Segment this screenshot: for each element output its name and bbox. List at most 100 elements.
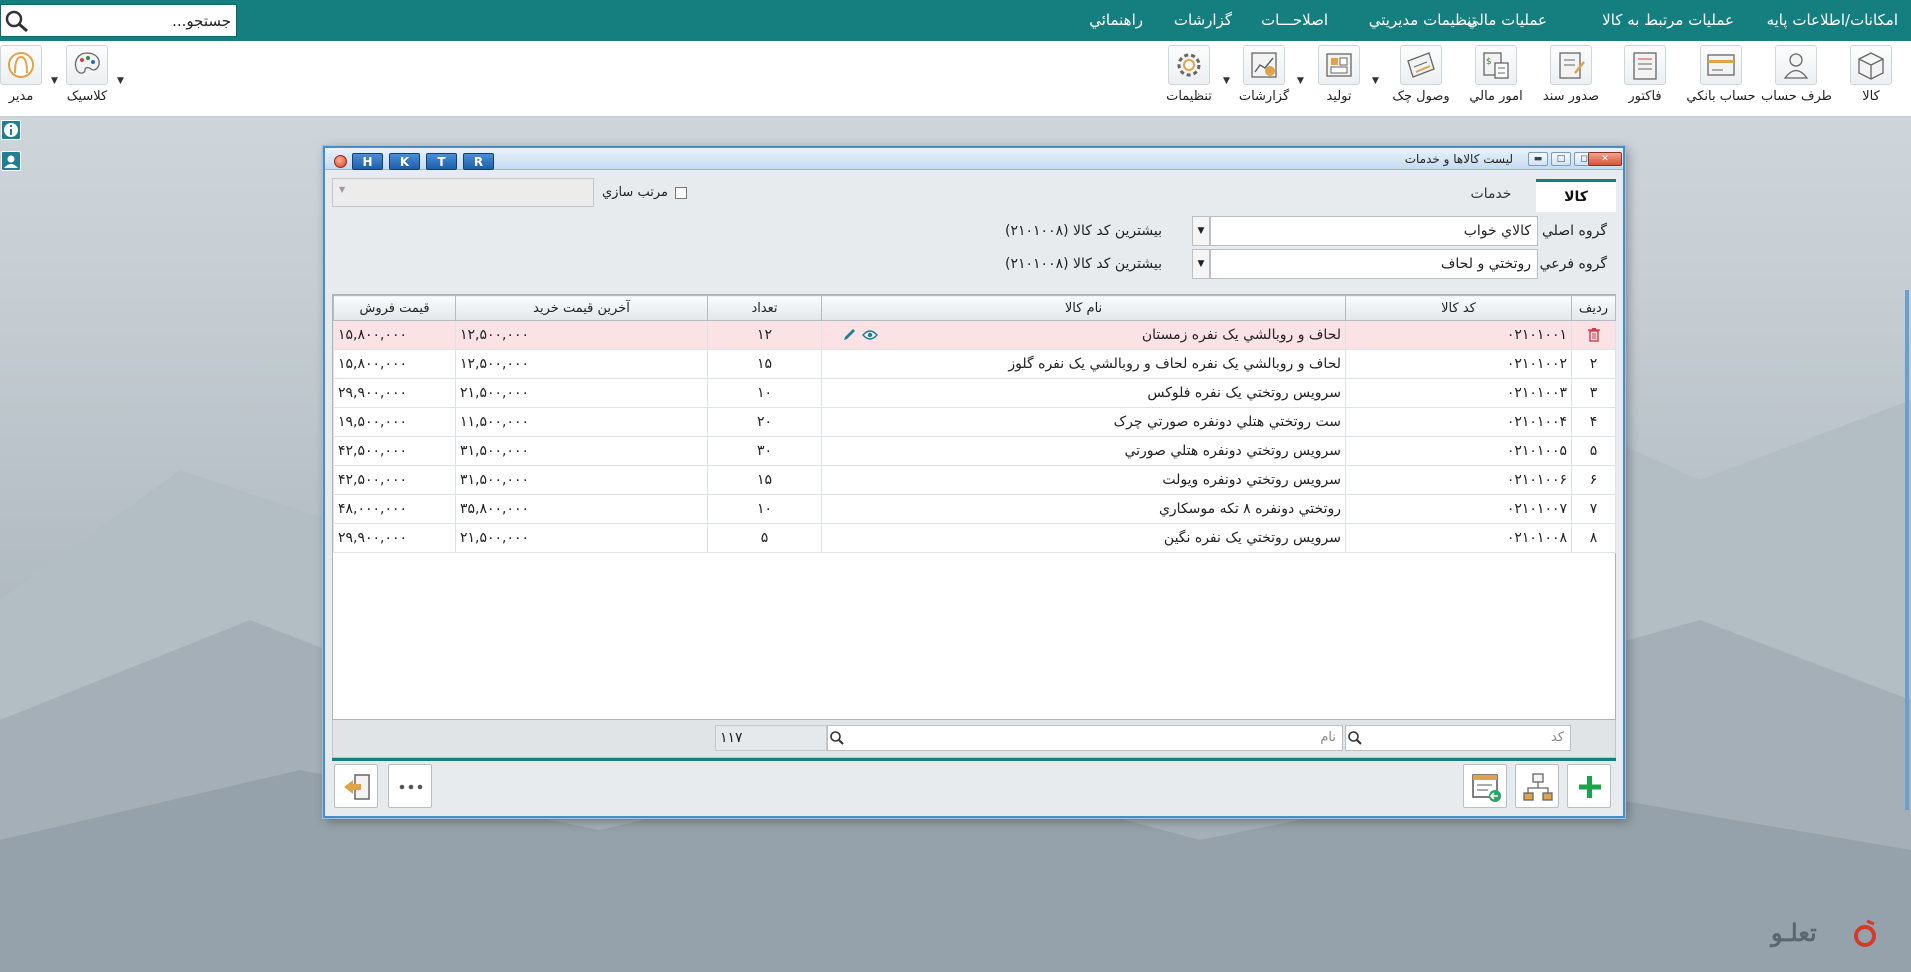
code-cell: ۰۲۱۰۱۰۰۶ [1345, 465, 1572, 495]
name-cell: لحاف و روبالشي يک نفره لحاف و روبالشي يک… [821, 349, 1346, 379]
sort-select[interactable]: ▼ [332, 178, 594, 207]
minimize-button[interactable]: ▬ [1528, 152, 1548, 166]
restore-button[interactable]: □ [1551, 152, 1571, 166]
toolbar-item-button[interactable]: کالا [1836, 45, 1906, 104]
toolbar-theme-button[interactable]: کلاسيک [52, 45, 122, 104]
code-cell: ۰۲۱۰۱۰۰۷ [1345, 494, 1572, 524]
hotkey-r-button[interactable]: R [463, 153, 494, 170]
toolbar-invoice-button[interactable]: فاکتور [1610, 45, 1680, 104]
name-filter-input[interactable]: نام [827, 725, 1343, 751]
table-row[interactable]: ۶ ۰۲۱۰۱۰۰۶ سرويس روتختي دونفره ويولت ۱۵ … [333, 465, 1616, 495]
row-index-cell [1571, 320, 1616, 350]
menu-base-info[interactable]: امکانات/اطلاعات پايه [1767, 0, 1898, 41]
more-button[interactable] [388, 764, 432, 808]
exit-icon [344, 774, 370, 800]
toolbar-label: مدير [8, 89, 34, 104]
name-text: لحاف و روبالشي يک نفره زمستان [1141, 327, 1341, 343]
menu-admin-settings[interactable]: تنظيمات مديريتي [1369, 0, 1476, 41]
tab-goods[interactable]: کالا [1536, 179, 1616, 212]
buy-price-cell: ۳۵,۸۰۰,۰۰۰ [455, 494, 708, 524]
chevron-down-icon[interactable]: ▼ [1223, 76, 1230, 86]
desktop-scrollbar[interactable] [1905, 290, 1909, 810]
toolbar-user-button[interactable]: مدير [0, 45, 56, 104]
hotkey-h-button[interactable]: H [352, 153, 383, 170]
sort-checkbox[interactable] [675, 187, 687, 199]
toolbar-voucher-button[interactable]: صدور سند [1536, 45, 1606, 104]
main-group-dropdown[interactable]: ▼ [1192, 216, 1210, 246]
buy-price-cell: ۱۲,۵۰۰,۰۰۰ [455, 349, 708, 379]
toolbar-label: وصول چک [1392, 89, 1450, 104]
eye-icon[interactable] [862, 329, 879, 341]
code-cell: ۰۲۱۰۱۰۰۱ [1345, 320, 1572, 350]
info-icon[interactable] [1, 120, 21, 140]
toolbar-account-button[interactable]: طرف حساب [1761, 45, 1832, 104]
table-row[interactable]: ۸ ۰۲۱۰۱۰۰۸ سرويس روتختي يک نفره نگين ۵ ۲… [333, 523, 1616, 553]
search-icon[interactable] [4, 9, 30, 33]
menu-finance-ops[interactable]: عمليات مالي [1467, 0, 1547, 41]
hotkey-t-button[interactable]: T [426, 153, 457, 170]
chevron-down-icon[interactable]: ▼ [51, 76, 58, 86]
toolbar-settings-button[interactable]: تنظيمات [1154, 45, 1224, 104]
main-group-field[interactable]: کالاي خواب [1210, 216, 1538, 246]
tab-services[interactable]: خدمات [1448, 179, 1534, 212]
menu-reports[interactable]: گزارشات [1174, 0, 1232, 41]
menu-corrections[interactable]: اصلاحـــات [1261, 0, 1328, 41]
table-row[interactable]: ۳ ۰۲۱۰۱۰۰۳ سرويس روتختي يک نفره فلوکس ۱۰… [333, 378, 1616, 408]
code-cell: ۰۲۱۰۱۰۰۸ [1345, 523, 1572, 553]
table-row[interactable]: ۲ ۰۲۱۰۱۰۰۲ لحاف و روبالشي يک نفره لحاف و… [333, 349, 1616, 379]
more-dots-icon [399, 784, 423, 790]
table-row[interactable]: ۷ ۰۲۱۰۱۰۰۷ روتختي دونفره ۸ تکه موسکاري ۱… [333, 494, 1616, 524]
code-filter-input[interactable]: کد [1345, 725, 1571, 751]
code-cell: ۰۲۱۰۱۰۰۲ [1345, 349, 1572, 379]
toolbar-production-button[interactable]: توليد [1304, 45, 1374, 104]
chevron-down-icon[interactable]: ▼ [117, 76, 124, 86]
app-orb-icon[interactable] [334, 155, 347, 168]
window-titlebar[interactable]: H K T R ليست کالاها و خدمات ▬ □ ◻ ✕ [325, 148, 1623, 170]
col-header-buy-price[interactable]: آخرين قيمت خريد [455, 295, 708, 321]
table-row[interactable]: ۴ ۰۲۱۰۱۰۰۴ ست روتختي هتلي دونفره صورتي چ… [333, 407, 1616, 437]
trash-icon[interactable] [1587, 327, 1601, 343]
col-header-name[interactable]: نام کالا [821, 295, 1346, 321]
exit-button[interactable] [334, 764, 378, 808]
sell-price-cell: ۱۵,۸۰۰,۰۰۰ [333, 320, 456, 350]
qty-cell: ۳۰ [707, 436, 822, 466]
search-input[interactable] [37, 5, 235, 36]
col-header-code[interactable]: کد کالا [1345, 295, 1572, 321]
toolbar-label: طرف حساب [1761, 89, 1832, 104]
sub-group-dropdown[interactable]: ▼ [1192, 249, 1210, 279]
col-header-qty[interactable]: تعداد [707, 295, 822, 321]
main-group-label: گروه اصلي [1541, 223, 1607, 239]
pencil-icon[interactable] [842, 328, 858, 342]
hierarchy-button[interactable] [1515, 764, 1559, 808]
col-header-index[interactable]: رديف [1571, 295, 1616, 321]
buy-price-cell: ۲۱,۵۰۰,۰۰۰ [455, 523, 708, 553]
toolbar-label: کالا [1862, 89, 1880, 104]
col-header-sell-price[interactable]: قيمت فروش [333, 295, 456, 321]
sort-control: ▼ مرتب سازي [332, 178, 712, 207]
table-row[interactable]: ۵ ۰۲۱۰۱۰۰۵ سرويس روتختي دونفره هتلي صورت… [333, 436, 1616, 466]
add-button[interactable] [1567, 764, 1611, 808]
contact-icon[interactable] [1, 151, 21, 171]
menu-item-ops[interactable]: عمليات مرتبط به کالا [1602, 0, 1734, 41]
toolbar-finance-button[interactable]: $ امور مالي [1461, 45, 1531, 104]
toolbar-bank-button[interactable]: حساب بانکي [1686, 45, 1756, 104]
sub-group-field[interactable]: روتختي و لحاف [1210, 249, 1538, 279]
hotkey-k-button[interactable]: K [389, 153, 420, 170]
chevron-down-icon: ▼ [339, 185, 346, 194]
invoice-icon [1633, 52, 1657, 80]
menu-help[interactable]: راهنمائي [1089, 0, 1143, 41]
global-search [0, 4, 237, 37]
logo-mark-icon [1854, 919, 1876, 947]
sell-price-cell: ۴۲,۵۰۰,۰۰۰ [333, 465, 456, 495]
row-index-cell: ۶ [1571, 465, 1616, 495]
search-icon[interactable] [829, 730, 845, 746]
toolbar-cheque-button[interactable]: وصول چک [1386, 45, 1456, 104]
search-icon[interactable] [1347, 730, 1363, 746]
toolbar-reports-button[interactable]: گزارشات [1229, 45, 1299, 104]
row-index-cell: ۳ [1571, 378, 1616, 408]
close-button[interactable]: ✕ [1588, 152, 1622, 166]
import-list-button[interactable] [1463, 764, 1507, 808]
qty-cell: ۱۵ [707, 465, 822, 495]
name-cell: لحاف و روبالشي يک نفره زمستان [821, 320, 1346, 350]
table-row[interactable]: ۰۲۱۰۱۰۰۱ لحاف و روبالشي يک نفره زمستان ۱… [333, 320, 1616, 350]
